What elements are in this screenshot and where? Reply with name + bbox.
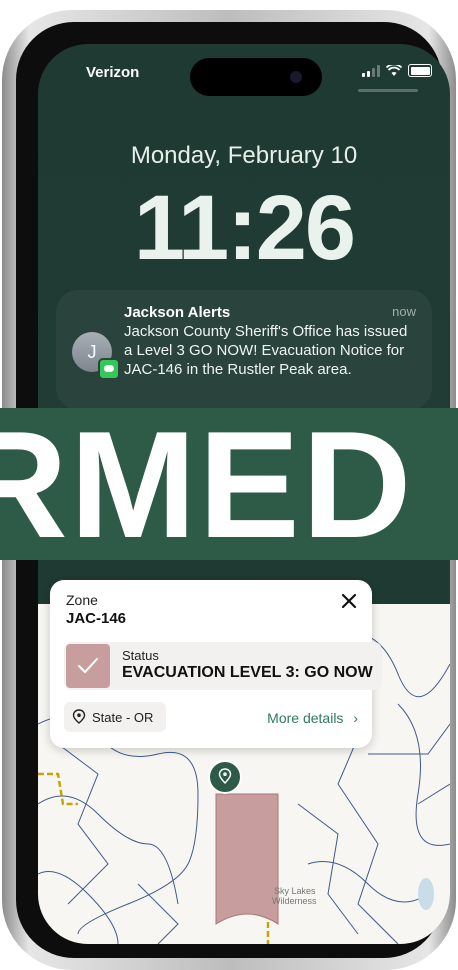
carrier-label: Verizon <box>86 64 140 81</box>
status-value: EVACUATION LEVEL 3: GO NOW <box>122 664 373 681</box>
messages-app-icon <box>98 358 120 380</box>
notification-card[interactable]: J Jackson Alerts now Jackson County Sher… <box>56 290 432 410</box>
dynamic-island <box>190 58 322 96</box>
map-pin-button[interactable] <box>208 760 242 794</box>
state-chip[interactable]: State - OR <box>64 702 166 732</box>
chevron-right-icon: › <box>353 710 358 726</box>
notification-sender: Jackson Alerts <box>124 304 231 321</box>
location-pin-icon <box>72 709 86 724</box>
notification-time: now <box>392 304 416 319</box>
zone-details-card: Zone JAC-146 Status EVACUATION LEVEL 3: … <box>50 580 382 748</box>
lock-date: Monday, February 10 <box>130 142 358 169</box>
check-icon <box>78 658 98 674</box>
map-place-label: Sky Lakes <box>274 886 316 896</box>
overlay-banner: RMED <box>0 408 458 560</box>
svg-text:Wilderness: Wilderness <box>272 896 317 906</box>
more-details-link[interactable]: More details › <box>267 710 358 726</box>
zone-name: JAC-146 <box>66 610 127 627</box>
signal-icon <box>362 64 380 77</box>
close-icon[interactable] <box>340 592 358 610</box>
lock-time: 11:26 <box>133 177 356 279</box>
status-swatch <box>66 644 110 688</box>
status-box: Status EVACUATION LEVEL 3: GO NOW <box>64 642 382 690</box>
banner-text: RMED <box>0 408 414 560</box>
location-pin-icon <box>218 768 232 785</box>
status-label: Status <box>122 648 159 663</box>
status-underline <box>358 89 418 92</box>
zone-label: Zone <box>66 592 98 608</box>
status-icons <box>362 64 432 77</box>
state-chip-label: State - OR <box>92 710 154 725</box>
wifi-icon <box>386 64 402 76</box>
more-details-label: More details <box>267 710 344 726</box>
camera-icon <box>290 71 302 83</box>
notification-message: Jackson County Sheriff's Office has issu… <box>124 323 408 378</box>
battery-icon <box>408 64 432 77</box>
